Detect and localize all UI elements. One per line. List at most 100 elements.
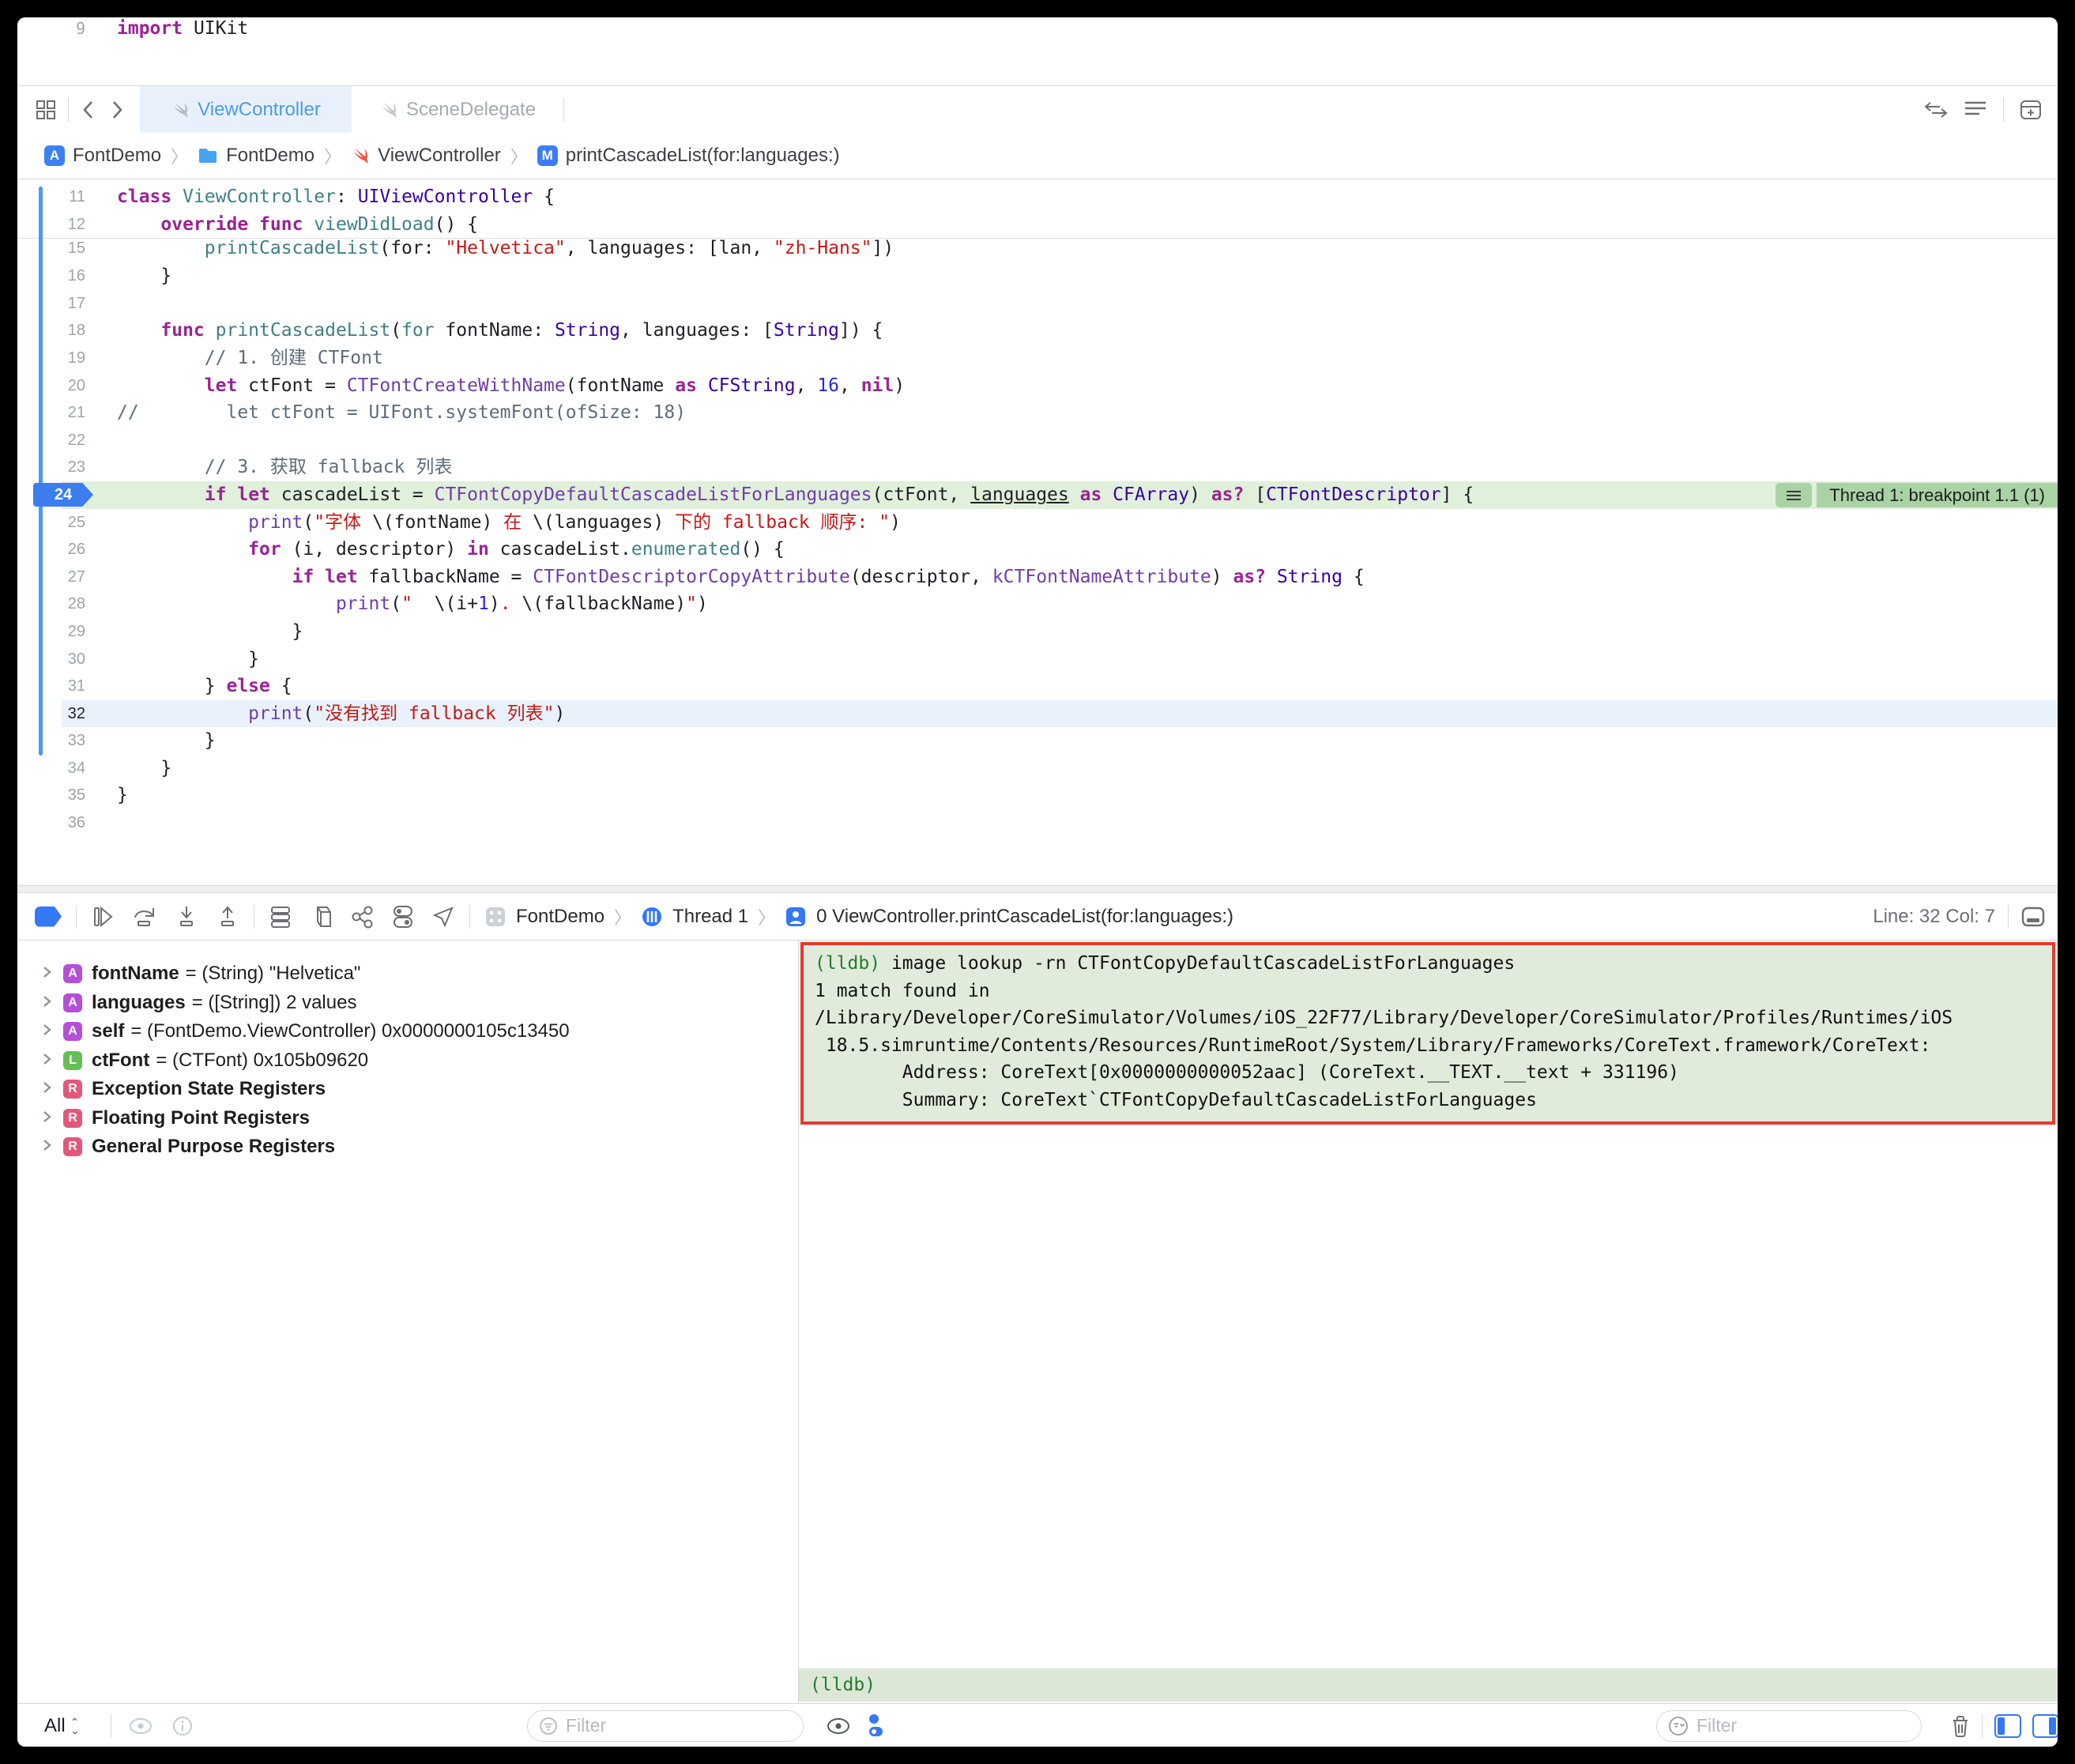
variables-scope-selector[interactable]: All ⌃⌃ — [44, 1704, 79, 1747]
code-line-21[interactable]: 21// let ctFont = UIFont.systemFont(ofSi… — [17, 399, 2058, 427]
back-chevron-icon[interactable] — [80, 99, 97, 121]
disclosure-chevron-icon[interactable] — [41, 1020, 54, 1042]
line-number: 30 — [17, 646, 85, 673]
breakpoint-menu-icon[interactable] — [1776, 483, 1812, 507]
code-line-36[interactable]: 36 — [17, 809, 2058, 837]
code-line-23[interactable]: 23 // 3. 获取 fallback 列表 — [17, 454, 2058, 481]
variable-row[interactable]: AfontName = (String) "Helvetica" — [17, 959, 798, 989]
code-review-icon[interactable] — [1924, 100, 1948, 120]
disclosure-chevron-icon[interactable] — [41, 1050, 54, 1072]
editor-debug-splitter[interactable] — [17, 885, 2058, 893]
variable-row[interactable]: RException State Registers — [17, 1075, 798, 1104]
clipped-editor-line-import: 9import UIKit — [17, 17, 2058, 86]
show-console-toggle[interactable] — [2032, 1704, 2058, 1747]
disclosure-chevron-icon[interactable] — [41, 1107, 54, 1129]
code-line-24[interactable]: 24 if let cascadeList = CTFontCopyDefaul… — [17, 481, 2058, 509]
code-lines: 16 }1718 func printCascadeList(for fontN… — [17, 262, 2058, 836]
breadcrumb-label: FontDemo — [73, 145, 161, 167]
disclosure-chevron-icon[interactable] — [41, 963, 54, 985]
breadcrumb-item[interactable]: FontDemo — [198, 145, 314, 167]
stack-frame-person-icon — [785, 906, 807, 928]
variables-filter-field[interactable] — [527, 1704, 804, 1747]
code-line-34[interactable]: 34 } — [17, 755, 2058, 782]
variable-row[interactable]: Alanguages = ([String]) 2 values — [17, 989, 798, 1018]
console-output-line: 1 match found in — [804, 978, 2052, 1005]
continue-execution-icon[interactable] — [91, 905, 115, 929]
step-over-icon[interactable] — [132, 905, 157, 929]
debug-breadcrumb-app[interactable]: FontDemo — [516, 906, 604, 928]
variables-filter-input[interactable] — [564, 1714, 792, 1737]
breadcrumb-label: FontDemo — [226, 145, 314, 167]
code-line-32[interactable]: 32 print("没有找到 fallback 列表") — [17, 700, 2058, 728]
tab-scenedelegate[interactable]: SceneDelegate — [352, 86, 563, 133]
step-into-icon[interactable] — [175, 905, 198, 929]
adjust-editor-icon[interactable] — [1964, 100, 1987, 119]
breadcrumb-item[interactable]: ViewController — [351, 145, 501, 167]
chevron-separator: 〉 — [324, 143, 341, 168]
related-items-icon[interactable] — [35, 99, 57, 121]
code-line-12[interactable]: 12 override func viewDidLoad() { — [17, 211, 2058, 239]
disclosure-chevron-icon[interactable] — [41, 1078, 54, 1100]
line-number: 11 — [17, 183, 85, 211]
breakpoint-marker[interactable]: 24 — [33, 483, 93, 507]
debug-memory-graph-icon[interactable] — [310, 905, 333, 929]
console-filter-field[interactable] — [1656, 1704, 1922, 1747]
breadcrumb-item[interactable]: AFontDemo — [44, 145, 161, 167]
divider — [563, 98, 564, 122]
process-graph-icon[interactable] — [351, 905, 375, 929]
simulate-location-icon[interactable] — [431, 905, 455, 929]
disclosure-chevron-icon[interactable] — [41, 992, 54, 1014]
code-line-31[interactable]: 31 } else { — [17, 673, 2058, 700]
step-out-icon[interactable] — [216, 905, 239, 929]
clear-console-icon[interactable] — [1950, 1704, 1971, 1747]
breakpoint-thread-badge[interactable]: Thread 1: breakpoint 1.1 (1) — [1776, 483, 2058, 507]
code-line-11[interactable]: 11class ViewController: UIViewController… — [17, 183, 2058, 211]
hide-debug-area-icon[interactable] — [2021, 906, 2045, 927]
variables-info-icon[interactable] — [172, 1704, 193, 1747]
code-line-35[interactable]: 35} — [17, 782, 2058, 809]
console-output-mode-icon[interactable] — [867, 1704, 887, 1747]
console-panel[interactable]: (lldb) image lookup -rn CTFontCopyDefaul… — [799, 940, 2058, 1747]
tab-viewcontroller[interactable]: ViewController — [140, 86, 352, 133]
code-line-28[interactable]: 28 print(" \(i+1). \(fallbackName)") — [17, 590, 2058, 618]
code-line-16[interactable]: 16 } — [17, 262, 2058, 290]
environment-overrides-icon[interactable] — [392, 905, 414, 929]
variable-row[interactable]: RGeneral Purpose Registers — [17, 1133, 798, 1162]
breakpoints-enabled-toggle[interactable] — [35, 906, 62, 927]
disclosure-chevron-icon[interactable] — [41, 1136, 54, 1158]
console-filter-input[interactable] — [1695, 1714, 1910, 1737]
code-line-18[interactable]: 18 func printCascadeList(for fontName: S… — [17, 317, 2058, 345]
add-editor-icon[interactable] — [2020, 100, 2042, 120]
code-line-26[interactable]: 26 for (i, descriptor) in cascadeList.en… — [17, 536, 2058, 564]
variables-quicklook-icon[interactable] — [128, 1704, 153, 1747]
code-line-27[interactable]: 27 if let fallbackName = CTFontDescripto… — [17, 564, 2058, 591]
debug-view-hierarchy-icon[interactable] — [269, 905, 292, 929]
code-line-29[interactable]: 29 } — [17, 618, 2058, 646]
code-line-20[interactable]: 20 let ctFont = CTFontCreateWithName(fon… — [17, 372, 2058, 400]
code-line-22[interactable]: 22 — [17, 427, 2058, 454]
console-output-line: /Library/Developer/CoreSimulator/Volumes… — [804, 1004, 2052, 1032]
debug-breadcrumb-thread[interactable]: Thread 1 — [672, 906, 748, 928]
forward-chevron-icon[interactable] — [108, 99, 126, 121]
variable-row[interactable]: RFloating Point Registers — [17, 1104, 798, 1133]
line-number: 33 — [17, 727, 85, 755]
pinned-code-lines: 11class ViewController: UIViewController… — [17, 183, 2058, 238]
code-editor[interactable]: 11class ViewController: UIViewController… — [17, 180, 2058, 885]
code-line-15[interactable]: 15 printCascadeList(for: "Helvetica", la… — [17, 239, 2058, 262]
breadcrumb-item[interactable]: MprintCascadeList(for:languages:) — [537, 145, 840, 167]
code-line-33[interactable]: 33 } — [17, 727, 2058, 755]
console-output-text: Address: CoreText[0x0000000000052aac] (C… — [815, 1062, 1679, 1083]
code-text: } — [117, 727, 216, 755]
code-line-25[interactable]: 25 print("字体 \(fontName) 在 \(languages) … — [17, 509, 2058, 537]
variable-row[interactable]: LctFont = (CTFont) 0x105b09620 — [17, 1046, 798, 1076]
show-variables-view-toggle[interactable] — [1994, 1704, 2021, 1747]
line-number: 31 — [17, 673, 85, 700]
line-number: 19 — [17, 345, 85, 372]
console-quicklook-icon[interactable] — [826, 1704, 851, 1747]
code-line-19[interactable]: 19 // 1. 创建 CTFont — [17, 345, 2058, 372]
code-line-17[interactable]: 17 — [17, 290, 2058, 318]
variable-row[interactable]: Aself = (FontDemo.ViewController) 0x0000… — [17, 1017, 798, 1046]
lldb-prompt-line[interactable]: (lldb) — [799, 1668, 2058, 1702]
code-line-30[interactable]: 30 } — [17, 646, 2058, 673]
debug-breadcrumb-frame[interactable]: 0 ViewController.printCascadeList(for:la… — [816, 906, 1233, 928]
